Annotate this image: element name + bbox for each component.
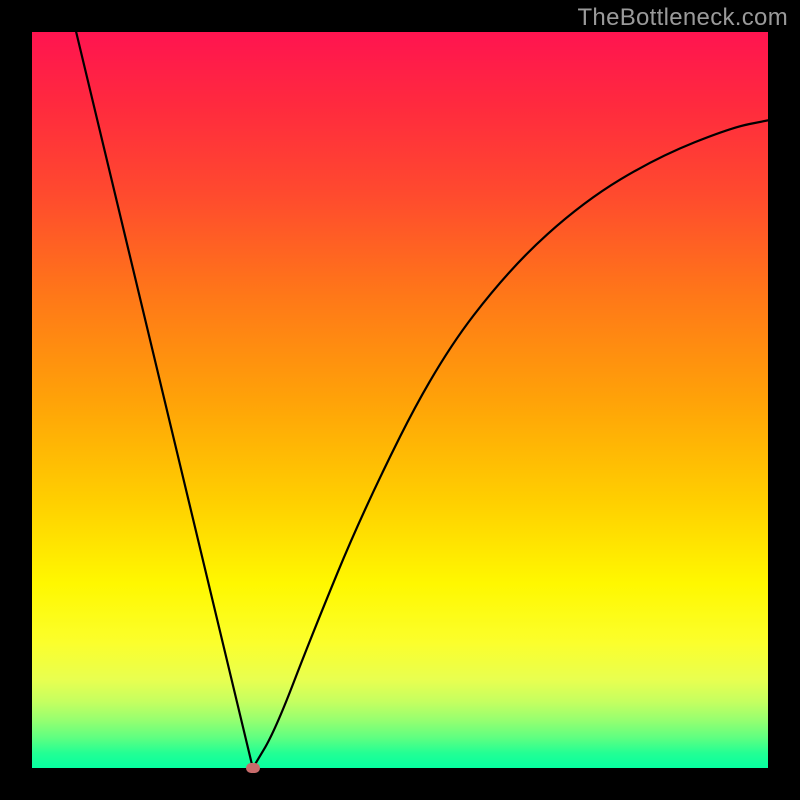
- plot-area: [32, 32, 768, 768]
- bottleneck-curve-path: [76, 32, 768, 768]
- watermark-text: TheBottleneck.com: [577, 4, 788, 32]
- curve-svg: [32, 32, 768, 768]
- chart-frame: TheBottleneck.com: [0, 0, 800, 800]
- optimal-point-marker: [246, 763, 260, 773]
